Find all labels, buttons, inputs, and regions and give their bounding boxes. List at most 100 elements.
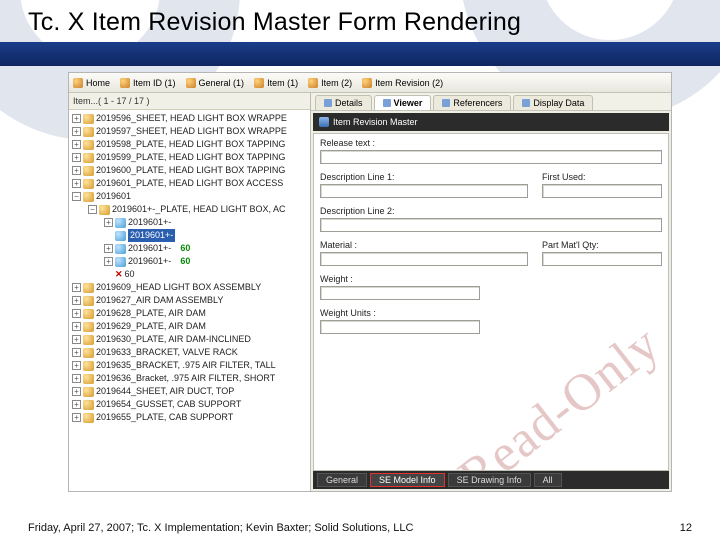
tree-child-x[interactable]: ✕60 [104,268,310,281]
tree-node[interactable]: +2019655_PLATE, CAB SUPPORT [72,411,310,424]
tree-node[interactable]: +2019601_PLATE, HEAD LIGHT BOX ACCESS [72,177,310,190]
general-icon [186,78,196,88]
btab-general[interactable]: General [317,473,367,487]
tree-node[interactable]: +2019599_PLATE, HEAD LIGHT BOX TAPPING [72,151,310,164]
tree-node[interactable]: +2019609_HEAD LIGHT BOX ASSEMBLY [72,281,310,294]
tree-node[interactable]: +2019630_PLATE, AIR DAM-INCLINED [72,333,310,346]
expand-icon[interactable]: + [72,387,81,396]
expand-icon[interactable]: + [104,244,113,253]
tree-node[interactable]: +2019627_AIR DAM ASSEMBLY [72,294,310,307]
tree-rev-open[interactable]: −2019601+-_PLATE, HEAD LIGHT BOX, AC [88,203,310,216]
collapse-icon[interactable]: − [88,205,97,214]
expand-icon[interactable]: + [72,283,81,292]
input-material[interactable] [320,252,528,266]
form-body: Release text : Description Line 1: First… [313,133,669,471]
tree-node[interactable]: +2019636_Bracket, .975 AIR FILTER, SHORT [72,372,310,385]
expand-icon[interactable]: + [72,153,81,162]
toolbar-general1[interactable]: General (1) [186,78,245,88]
folder-icon [83,179,94,189]
folder-icon [83,413,94,423]
toolbar-home[interactable]: Home [73,78,110,88]
readonly-watermark: Read-Only [448,314,669,471]
view-tabs: Details Viewer Referencers Display Data [311,93,671,111]
slide-title: Tc. X Item Revision Master Form Renderin… [28,8,521,37]
tree-node[interactable]: +2019596_SHEET, HEAD LIGHT BOX WRAPPE [72,112,310,125]
label-desc2: Description Line 2: [320,206,662,216]
tab-details[interactable]: Details [315,95,372,110]
expand-icon[interactable]: + [72,374,81,383]
input-release[interactable] [320,150,662,164]
tree-node[interactable]: +2019654_GUSSET, CAB SUPPORT [72,398,310,411]
expand-icon[interactable]: + [72,114,81,123]
btab-sedrawing[interactable]: SE Drawing Info [448,473,531,487]
tab-viewer[interactable]: Viewer [374,95,432,110]
collapse-icon[interactable]: − [72,192,81,201]
item-icon [120,78,130,88]
expand-icon[interactable]: + [72,348,81,357]
input-desc1[interactable] [320,184,528,198]
toolbar-itemrev2[interactable]: Item Revision (2) [362,78,443,88]
expand-icon[interactable]: + [104,257,113,266]
item-icon [308,78,318,88]
label-desc1: Description Line 1: [320,172,528,182]
tab-referencers[interactable]: Referencers [433,95,511,110]
expand-icon[interactable]: + [72,361,81,370]
btab-all[interactable]: All [534,473,562,487]
toolbar-itemid1[interactable]: Item ID (1) [120,78,176,88]
tree-node[interactable]: +2019633_BRACKET, VALVE RACK [72,346,310,359]
footer-text: Friday, April 27, 2007; Tc. X Implementa… [28,522,413,534]
input-firstused[interactable] [542,184,662,198]
tree-node[interactable]: +2019600_PLATE, HEAD LIGHT BOX TAPPING [72,164,310,177]
tree-node[interactable]: +2019635_BRACKET, .975 AIR FILTER, TALL [72,359,310,372]
tab-displaydata[interactable]: Display Data [513,95,593,110]
input-wunits[interactable] [320,320,480,334]
toolbar-item1[interactable]: Item (1) [254,78,298,88]
btab-semodel[interactable]: SE Model Info [370,473,445,487]
top-toolbar: Home Item ID (1) General (1) Item (1) It… [69,73,671,93]
tree-child[interactable]: +2019601+- [104,216,310,229]
data-icon [522,99,530,107]
part-icon [115,257,126,267]
expand-icon[interactable]: + [72,335,81,344]
label-material: Material : [320,240,528,250]
tree-node[interactable]: +2019644_SHEET, AIR DUCT, TOP [72,385,310,398]
form-header: Item Revision Master [313,113,669,131]
part-icon [115,244,126,254]
label-wunits: Weight Units : [320,308,480,318]
rev-icon [362,78,372,88]
expand-icon[interactable]: + [72,296,81,305]
expand-icon[interactable]: + [72,322,81,331]
input-desc2[interactable] [320,218,662,232]
item-icon [254,78,264,88]
tree-node-open[interactable]: −2019601 [72,190,310,203]
tree-child[interactable]: +2019601+- 60 [104,242,310,255]
expand-icon[interactable]: + [72,166,81,175]
toolbar-item2[interactable]: Item (2) [308,78,352,88]
folder-icon [83,400,94,410]
tree-child-selected[interactable]: 2019601+- [104,229,310,242]
tree-node[interactable]: +2019628_PLATE, AIR DAM [72,307,310,320]
x-icon: ✕ [115,268,123,281]
folder-icon [83,166,94,176]
tree-child[interactable]: +2019601+- 60 [104,255,310,268]
input-weight[interactable] [320,286,480,300]
expand-icon[interactable]: + [72,400,81,409]
expand-icon[interactable]: + [72,179,81,188]
tree-node[interactable]: +2019597_SHEET, HEAD LIGHT BOX WRAPPE [72,125,310,138]
slide-footer: Friday, April 27, 2007; Tc. X Implementa… [28,522,692,534]
form-panel: Details Viewer Referencers Display Data … [311,93,671,491]
folder-icon [83,283,94,293]
folder-icon [83,114,94,124]
folder-icon [83,387,94,397]
item-tree[interactable]: +2019596_SHEET, HEAD LIGHT BOX WRAPPE+20… [69,110,310,491]
folder-icon [83,348,94,358]
expand-icon[interactable]: + [72,140,81,149]
tree-node[interactable]: +2019629_PLATE, AIR DAM [72,320,310,333]
expand-icon[interactable]: + [104,218,113,227]
expand-icon[interactable]: + [72,413,81,422]
input-partqty[interactable] [542,252,662,266]
tree-node[interactable]: +2019598_PLATE, HEAD LIGHT BOX TAPPING [72,138,310,151]
expand-icon[interactable]: + [72,309,81,318]
expand-icon[interactable]: + [72,127,81,136]
part-icon [115,218,126,228]
